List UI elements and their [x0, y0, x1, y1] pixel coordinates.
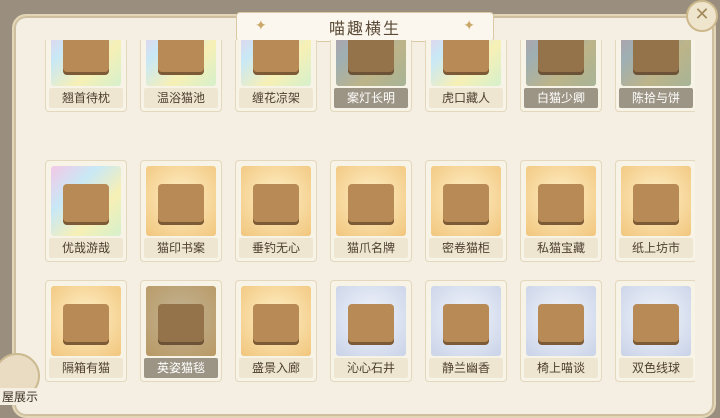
item-card[interactable]: 白猫少卿: [520, 40, 602, 112]
item-card[interactable]: 案灯长明: [330, 40, 412, 112]
item-thumbnail: [51, 286, 121, 356]
item-thumbnail: [146, 40, 216, 86]
item-thumbnail: [526, 40, 596, 86]
item-furniture-icon: [538, 184, 584, 222]
ornament-left-icon: ✦: [255, 18, 267, 34]
item-furniture-icon: [348, 184, 394, 222]
item-card[interactable]: 翘首待枕: [45, 40, 127, 112]
item-furniture-icon: [348, 304, 394, 342]
item-thumbnail: [621, 166, 691, 236]
item-label: 椅上喵谈: [524, 358, 598, 378]
item-furniture-icon: [538, 40, 584, 72]
item-furniture-icon: [63, 184, 109, 222]
close-icon[interactable]: ✕: [686, 0, 718, 32]
item-furniture-icon: [158, 184, 204, 222]
item-thumbnail: [431, 286, 501, 356]
item-thumbnail: [336, 40, 406, 86]
item-label: 白猫少卿: [524, 88, 598, 108]
item-label: 温浴猫池: [144, 88, 218, 108]
item-furniture-icon: [538, 304, 584, 342]
item-furniture-icon: [253, 184, 299, 222]
item-thumbnail: [431, 166, 501, 236]
item-card[interactable]: 静兰幽香: [425, 280, 507, 382]
house-display-label[interactable]: 屋展示: [0, 388, 41, 405]
item-card[interactable]: 盛景入廊: [235, 280, 317, 382]
item-label: 双色线球: [619, 358, 693, 378]
item-furniture-icon: [443, 304, 489, 342]
item-label: 私猫宝藏: [524, 238, 598, 258]
window-title: 喵趣横生: [328, 19, 401, 38]
item-thumbnail: [526, 286, 596, 356]
item-label: 垂钓无心: [239, 238, 313, 258]
item-label: 隔箱有猫: [49, 358, 123, 378]
item-thumbnail: [51, 166, 121, 236]
item-label: 猫爪名牌: [334, 238, 408, 258]
item-grid: 翘首待枕 温浴猫池 缠花凉架 案灯长明 虎口藏人 白猫少卿 陈拾与饼优哉游哉 猫印书案 垂钓无心…: [45, 40, 695, 407]
item-label: 缠花凉架: [239, 88, 313, 108]
item-card[interactable]: 隔箱有猫: [45, 280, 127, 382]
item-label: 虎口藏人: [429, 88, 503, 108]
item-furniture-icon: [348, 40, 394, 72]
item-furniture-icon: [158, 40, 204, 72]
item-label: 陈拾与饼: [619, 88, 693, 108]
item-card[interactable]: 沁心石井: [330, 280, 412, 382]
item-furniture-icon: [443, 184, 489, 222]
item-thumbnail: [621, 286, 691, 356]
item-label: 猫印书案: [144, 238, 218, 258]
item-thumbnail: [336, 166, 406, 236]
ornament-right-icon: ✦: [463, 18, 475, 34]
item-card[interactable]: 猫印书案: [140, 160, 222, 262]
item-label: 优哉游哉: [49, 238, 123, 258]
item-thumbnail: [336, 286, 406, 356]
item-card[interactable]: 陈拾与饼: [615, 40, 695, 112]
item-card[interactable]: 双色线球: [615, 280, 695, 382]
item-label: 翘首待枕: [49, 88, 123, 108]
item-label: 沁心石井: [334, 358, 408, 378]
item-label: 英姿猫毯: [144, 358, 218, 378]
title-bar: ✦ 喵趣横生 ✦: [236, 12, 494, 42]
item-thumbnail: [431, 40, 501, 86]
item-label: 密卷猫柜: [429, 238, 503, 258]
item-label: 静兰幽香: [429, 358, 503, 378]
item-thumbnail: [146, 166, 216, 236]
item-thumbnail: [526, 166, 596, 236]
item-label: 纸上坊市: [619, 238, 693, 258]
item-card[interactable]: 密卷猫柜: [425, 160, 507, 262]
item-thumbnail: [241, 286, 311, 356]
item-furniture-icon: [633, 40, 679, 72]
item-card[interactable]: 缠花凉架: [235, 40, 317, 112]
item-thumbnail: [51, 40, 121, 86]
item-thumbnail: [621, 40, 691, 86]
item-furniture-icon: [633, 304, 679, 342]
item-thumbnail: [241, 166, 311, 236]
item-thumbnail: [146, 286, 216, 356]
item-furniture-icon: [63, 304, 109, 342]
item-label: 盛景入廊: [239, 358, 313, 378]
item-furniture-icon: [253, 40, 299, 72]
item-card[interactable]: 温浴猫池: [140, 40, 222, 112]
item-card[interactable]: 优哉游哉: [45, 160, 127, 262]
item-furniture-icon: [253, 304, 299, 342]
item-furniture-icon: [158, 304, 204, 342]
item-furniture-icon: [633, 184, 679, 222]
item-card[interactable]: 纸上坊市: [615, 160, 695, 262]
item-furniture-icon: [443, 40, 489, 72]
item-card[interactable]: 椅上喵谈: [520, 280, 602, 382]
item-label: 案灯长明: [334, 88, 408, 108]
item-card[interactable]: 虎口藏人: [425, 40, 507, 112]
item-card[interactable]: 垂钓无心: [235, 160, 317, 262]
item-card[interactable]: 私猫宝藏: [520, 160, 602, 262]
item-furniture-icon: [63, 40, 109, 72]
item-card[interactable]: 英姿猫毯: [140, 280, 222, 382]
item-thumbnail: [241, 40, 311, 86]
item-card[interactable]: 猫爪名牌: [330, 160, 412, 262]
